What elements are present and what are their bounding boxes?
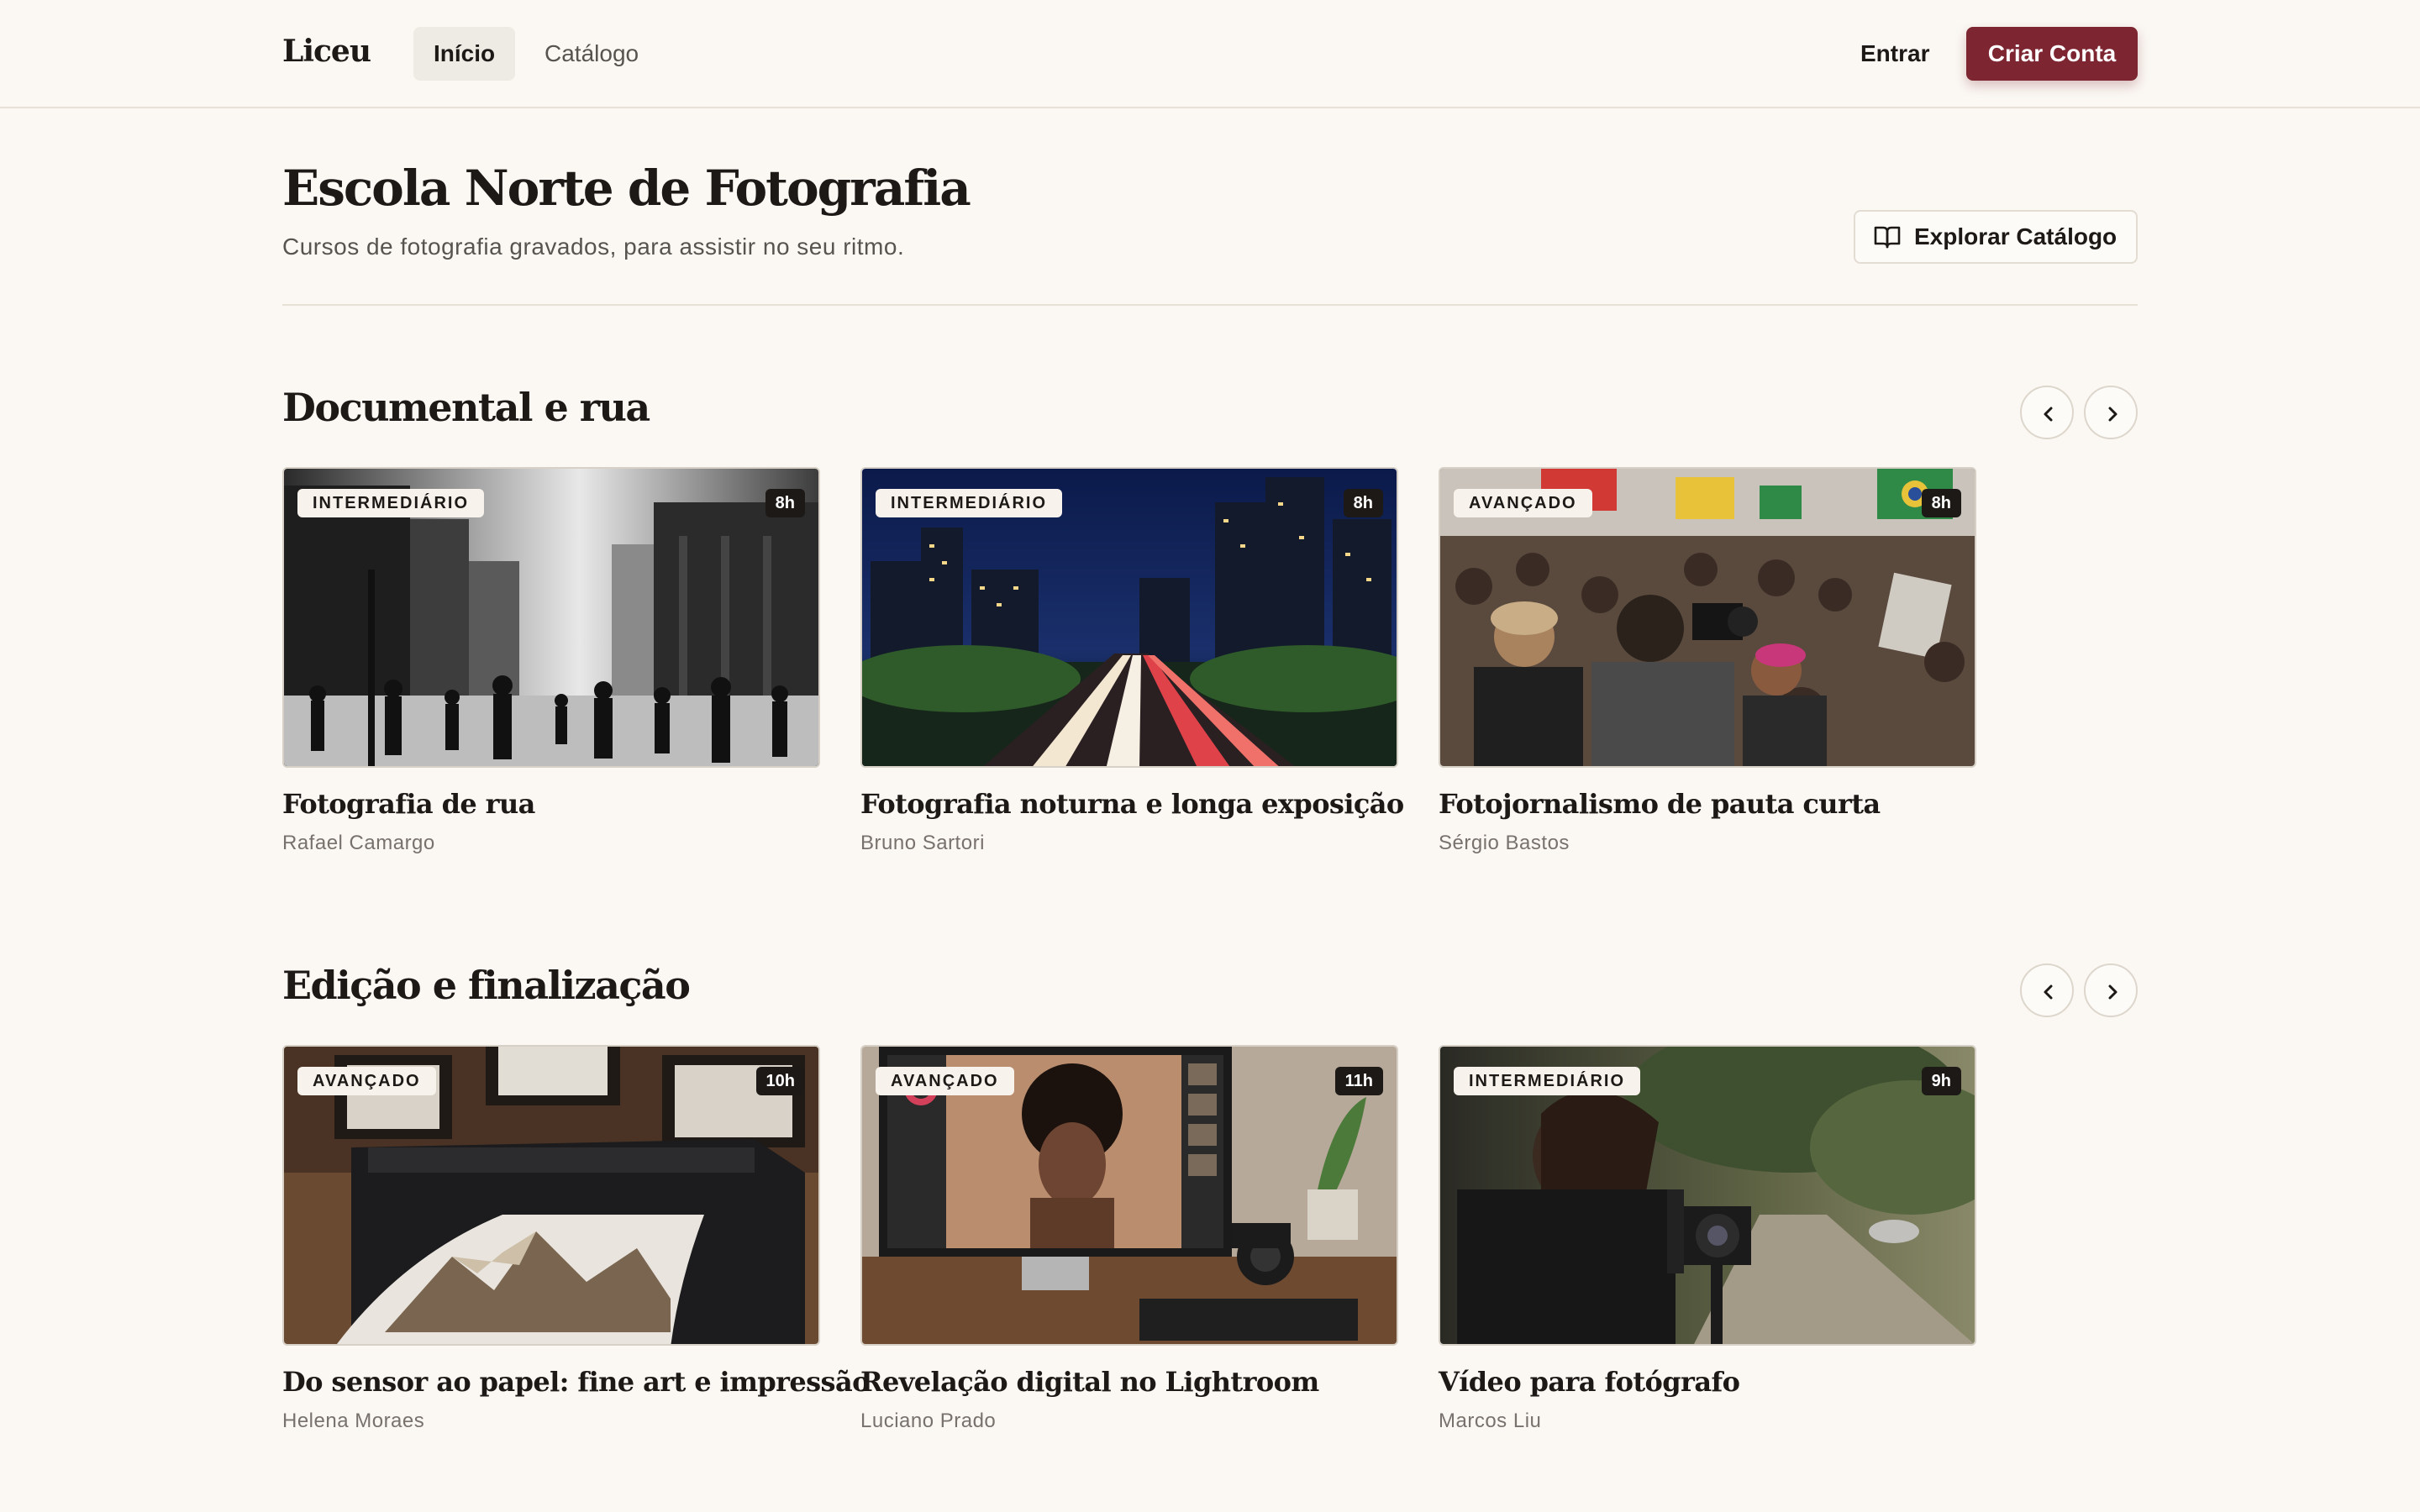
level-badge: AVANÇADO <box>297 1067 436 1095</box>
nav-tab-catalogo[interactable]: Catálogo <box>524 27 659 81</box>
course-title[interactable]: Fotojornalismo de pauta curta <box>1439 788 2010 820</box>
course-card[interactable]: AVANÇADO 10h Do sensor ao papel: fine ar… <box>282 1045 870 1440</box>
level-badge: INTERMEDIÁRIO <box>1454 1067 1640 1095</box>
course-thumbnail[interactable]: AVANÇADO 10h <box>282 1045 820 1346</box>
course-card[interactable]: INTERMEDIÁRIO 9h Vídeo para fotógrafo Ma… <box>1439 1045 1976 1440</box>
chevron-left-icon <box>2044 407 2053 422</box>
hero-divider <box>282 304 2138 306</box>
course-card[interactable]: INTERMEDIÁRIO 8h Fotografia de rua Rafae… <box>282 467 820 862</box>
course-title[interactable]: Fotografia de rua <box>282 788 854 820</box>
course-author: Rafael Camargo <box>282 832 435 854</box>
duration-badge: 10h <box>755 1067 805 1095</box>
course-title[interactable]: Revelação digital no Lightroom <box>860 1366 1432 1398</box>
page-subtitle: Cursos de fotografia gravados, para assi… <box>282 234 905 260</box>
course-author: Marcos Liu <box>1439 1410 1542 1432</box>
course-title[interactable]: Fotografia noturna e longa exposição <box>860 788 1432 820</box>
course-thumbnail[interactable]: INTERMEDIÁRIO 8h <box>860 467 1398 768</box>
duration-badge: 11h <box>1334 1067 1383 1095</box>
course-author: Sérgio Bastos <box>1439 832 1570 854</box>
course-thumbnail[interactable]: AVANÇADO 8h <box>1439 467 1976 768</box>
course-title[interactable]: Vídeo para fotógrafo <box>1439 1366 2010 1398</box>
level-badge: INTERMEDIÁRIO <box>876 489 1062 517</box>
course-author: Helena Moraes <box>282 1410 425 1432</box>
course-thumbnail[interactable]: INTERMEDIÁRIO 9h <box>1439 1045 1976 1346</box>
course-author: Bruno Sartori <box>860 832 985 854</box>
section-2-prev-button[interactable] <box>2020 963 2074 1017</box>
level-badge: AVANÇADO <box>1454 489 1592 517</box>
course-title[interactable]: Do sensor ao papel: fine art e impressão <box>282 1366 870 1398</box>
chevron-right-icon <box>2108 984 2118 1000</box>
page-title: Escola Norte de Fotografia <box>282 160 971 217</box>
section-1-prev-button[interactable] <box>2020 386 2074 439</box>
duration-badge: 8h <box>765 489 805 517</box>
open-book-icon <box>1874 226 1901 249</box>
level-badge: INTERMEDIÁRIO <box>297 489 484 517</box>
section-title-documental: Documental e rua <box>282 385 650 430</box>
section-title-edicao: Edição e finalização <box>282 963 691 1008</box>
login-button[interactable]: Entrar <box>1840 27 1949 81</box>
course-card[interactable]: AVANÇADO 8h Fotojornalismo de pauta curt… <box>1439 467 1976 862</box>
duration-badge: 8h <box>1921 489 1961 517</box>
chevron-left-icon <box>2044 984 2053 1000</box>
duration-badge: 8h <box>1343 489 1383 517</box>
explore-catalog-label: Explorar Catálogo <box>1914 223 2118 249</box>
brand-logo[interactable]: Liceu <box>282 34 371 69</box>
course-thumbnail[interactable]: AVANÇADO 11h <box>860 1045 1398 1346</box>
course-card[interactable]: INTERMEDIÁRIO 8h Fotografia noturna e lo… <box>860 467 1404 862</box>
nav-tab-inicio[interactable]: Início <box>413 27 516 81</box>
top-navigation-bar: Liceu Início Catálogo Entrar Criar Conta <box>0 0 2420 108</box>
explore-catalog-button[interactable]: Explorar Catálogo <box>1854 210 2138 264</box>
create-account-button[interactable]: Criar Conta <box>1966 27 2138 81</box>
course-author: Luciano Prado <box>860 1410 997 1432</box>
section-1-next-button[interactable] <box>2084 386 2138 439</box>
section-2-next-button[interactable] <box>2084 963 2138 1017</box>
chevron-right-icon <box>2108 407 2118 422</box>
course-thumbnail[interactable]: INTERMEDIÁRIO 8h <box>282 467 820 768</box>
duration-badge: 9h <box>1921 1067 1961 1095</box>
course-card[interactable]: AVANÇADO 11h Revelação digital no Lightr… <box>860 1045 1398 1440</box>
level-badge: AVANÇADO <box>876 1067 1014 1095</box>
